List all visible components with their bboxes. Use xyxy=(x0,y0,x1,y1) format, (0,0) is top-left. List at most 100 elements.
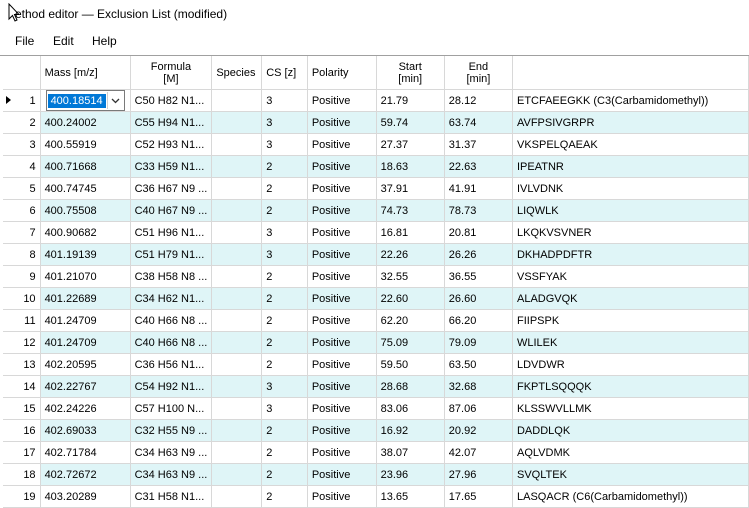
table-row[interactable]: 9 401.21070 C38 H58 N8 ... 2 Positive 32.55 36… xyxy=(3,265,749,288)
cell-species[interactable] xyxy=(211,441,263,464)
cell-start[interactable]: 38.07 xyxy=(376,441,445,464)
row-header[interactable]: 5 xyxy=(3,177,41,200)
cell-name[interactable]: IVLVDNK xyxy=(512,177,749,200)
cell-formula[interactable]: C54 H92 N1... xyxy=(130,375,213,398)
cell-species[interactable] xyxy=(211,419,263,442)
cell-polarity[interactable]: Positive xyxy=(307,353,377,376)
cell-cs[interactable]: 3 xyxy=(261,221,308,244)
cell-name[interactable]: LIQWLK xyxy=(512,199,749,222)
row-header[interactable]: 7 xyxy=(3,221,41,244)
cell-cs[interactable]: 2 xyxy=(261,419,308,442)
cell-species[interactable] xyxy=(211,133,263,156)
cell-end[interactable]: 27.96 xyxy=(444,463,513,486)
cell-species[interactable] xyxy=(211,111,263,134)
cell-end[interactable]: 66.20 xyxy=(444,309,513,332)
cell-start[interactable]: 37.91 xyxy=(376,177,445,200)
cell-name[interactable]: IPEATNR xyxy=(512,155,749,178)
cell-mass[interactable]: 402.24226 xyxy=(40,397,131,420)
cell-mass[interactable]: 400.55919 xyxy=(40,133,131,156)
cell-species[interactable] xyxy=(211,155,263,178)
cell-polarity[interactable]: Positive xyxy=(307,287,377,310)
cell-cs[interactable]: 2 xyxy=(261,331,308,354)
cell-formula[interactable]: C51 H79 N1... xyxy=(130,243,213,266)
cell-cs[interactable]: 2 xyxy=(261,265,308,288)
cell-name[interactable]: DKHADPDFTR xyxy=(512,243,749,266)
cell-cs[interactable]: 2 xyxy=(261,441,308,464)
column-header-polarity[interactable]: Polarity xyxy=(307,56,377,90)
table-row[interactable]: 1 400.18514 C50 H82 N1... 3 Positive 21.79 28.… xyxy=(3,89,749,112)
cell-mass[interactable]: 401.24709 xyxy=(40,331,131,354)
table-row[interactable]: 3 400.55919 C52 H93 N1... 3 Positive 27.37 31.… xyxy=(3,133,749,156)
cell-end[interactable]: 42.07 xyxy=(444,441,513,464)
cell-end[interactable]: 41.91 xyxy=(444,177,513,200)
row-header[interactable]: 15 xyxy=(3,397,41,420)
table-row[interactable]: 17 402.71784 C34 H63 N9 ... 2 Positive 38.07 4… xyxy=(3,441,749,464)
cell-mass[interactable]: 400.74745 xyxy=(40,177,131,200)
cell-name[interactable]: ETCFAEEGKK (C3(Carbamidomethyl)) xyxy=(512,89,749,112)
cell-formula[interactable]: C34 H63 N9 ... xyxy=(130,463,213,486)
cell-name[interactable]: KLSSWVLLMK xyxy=(512,397,749,420)
cell-polarity[interactable]: Positive xyxy=(307,89,377,112)
cell-cs[interactable]: 2 xyxy=(261,485,308,508)
cell-end[interactable]: 26.26 xyxy=(444,243,513,266)
cell-mass[interactable]: 400.24002 xyxy=(40,111,131,134)
table-row[interactable]: 13 402.20595 C36 H56 N1... 2 Positive 59.50 63… xyxy=(3,353,749,376)
cell-end[interactable]: 87.06 xyxy=(444,397,513,420)
chevron-down-icon[interactable] xyxy=(106,92,124,109)
cell-mass[interactable]: 402.71784 xyxy=(40,441,131,464)
row-header[interactable]: 18 xyxy=(3,463,41,486)
cell-polarity[interactable]: Positive xyxy=(307,331,377,354)
cell-species[interactable] xyxy=(211,375,263,398)
cell-species[interactable] xyxy=(211,177,263,200)
cell-start[interactable]: 18.63 xyxy=(376,155,445,178)
cell-end[interactable]: 63.50 xyxy=(444,353,513,376)
cell-polarity[interactable]: Positive xyxy=(307,243,377,266)
cell-formula[interactable]: C34 H62 N1... xyxy=(130,287,213,310)
cell-polarity[interactable]: Positive xyxy=(307,265,377,288)
cell-formula[interactable]: C40 H67 N9 ... xyxy=(130,199,213,222)
cell-name[interactable]: AVFPSIVGRPR xyxy=(512,111,749,134)
column-header-end[interactable]: End [min] xyxy=(444,56,513,90)
cell-start[interactable]: 32.55 xyxy=(376,265,445,288)
cell-cs[interactable]: 3 xyxy=(261,133,308,156)
table-row[interactable]: 18 402.72672 C34 H63 N9 ... 2 Positive 23.96 2… xyxy=(3,463,749,486)
row-header[interactable]: 12 xyxy=(3,331,41,354)
table-row[interactable]: 15 402.24226 C57 H100 N... 3 Positive 83.06 87… xyxy=(3,397,749,420)
table-row[interactable]: 8 401.19139 C51 H79 N1... 3 Positive 22.26 26.… xyxy=(3,243,749,266)
cell-mass[interactable]: 402.72672 xyxy=(40,463,131,486)
column-header-name[interactable] xyxy=(512,56,749,90)
table-row[interactable]: 14 402.22767 C54 H92 N1... 3 Positive 28.68 32… xyxy=(3,375,749,398)
cell-mass[interactable]: 400.90682 xyxy=(40,221,131,244)
row-header[interactable]: 2 xyxy=(3,111,41,134)
table-row[interactable]: 12 401.24709 C40 H66 N8 ... 2 Positive 75.09 7… xyxy=(3,331,749,354)
cell-species[interactable] xyxy=(211,221,263,244)
cell-name[interactable]: VKSPELQAEAK xyxy=(512,133,749,156)
row-header[interactable]: 6 xyxy=(3,199,41,222)
cell-name[interactable]: DADDLQK xyxy=(512,419,749,442)
menu-file[interactable]: File xyxy=(15,34,34,48)
row-header[interactable]: 14 xyxy=(3,375,41,398)
cell-start[interactable]: 59.50 xyxy=(376,353,445,376)
cell-mass[interactable]: 400.18514 xyxy=(40,89,131,112)
cell-start[interactable]: 59.74 xyxy=(376,111,445,134)
cell-cs[interactable]: 3 xyxy=(261,111,308,134)
cell-formula[interactable]: C34 H63 N9 ... xyxy=(130,441,213,464)
cell-end[interactable]: 32.68 xyxy=(444,375,513,398)
cell-end[interactable]: 22.63 xyxy=(444,155,513,178)
mass-combo-editor[interactable]: 400.18514 xyxy=(45,90,125,111)
cell-start[interactable]: 83.06 xyxy=(376,397,445,420)
cell-polarity[interactable]: Positive xyxy=(307,309,377,332)
cell-species[interactable] xyxy=(211,265,263,288)
cell-formula[interactable]: C31 H58 N1... xyxy=(130,485,213,508)
cell-cs[interactable]: 2 xyxy=(261,463,308,486)
cell-species[interactable] xyxy=(211,397,263,420)
cell-formula[interactable]: C51 H96 N1... xyxy=(130,221,213,244)
cell-name[interactable]: ALADGVQK xyxy=(512,287,749,310)
table-row[interactable]: 4 400.71668 C33 H59 N1... 2 Positive 18.63 22.… xyxy=(3,155,749,178)
cell-polarity[interactable]: Positive xyxy=(307,397,377,420)
column-header-species[interactable]: Species xyxy=(211,56,263,90)
cell-cs[interactable]: 3 xyxy=(261,89,308,112)
cell-name[interactable]: SVQLTEK xyxy=(512,463,749,486)
column-header-formula[interactable]: Formula [M] xyxy=(130,56,213,90)
row-header[interactable]: 17 xyxy=(3,441,41,464)
